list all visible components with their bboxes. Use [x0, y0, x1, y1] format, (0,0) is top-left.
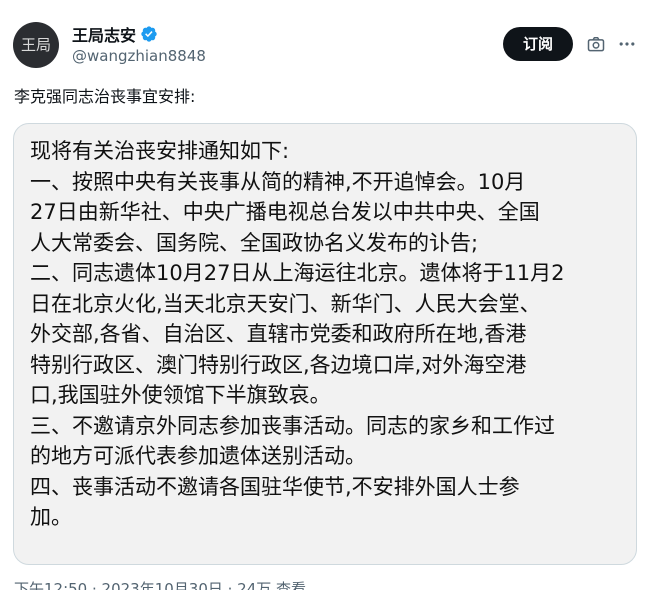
image-text-line: 三、不邀请京外同志参加丧事活动。同志的家乡和工作过: [30, 413, 555, 438]
avatar-text: 王局: [21, 36, 52, 54]
camera-icon: [587, 37, 605, 52]
author-display-name[interactable]: 王局志安: [72, 22, 136, 46]
tweet-timestamp[interactable]: 下午12:50 · 2023年10月30日 · 24万 查看: [14, 578, 306, 590]
avatar[interactable]: 王局: [13, 22, 59, 68]
image-text-line: 特别行政区、澳门特别行政区,各边境口岸,对外海空港: [30, 352, 527, 377]
tweet-image[interactable]: 现将有关治丧安排通知如下: 一、按照中央有关丧事从简的精神,不开追悼会。10月 …: [13, 123, 637, 565]
image-text-line: 的地方可派代表参加遗体送别活动。: [30, 444, 366, 468]
image-text-line: 一、按照中央有关丧事从简的精神,不开追悼会。10月: [30, 169, 526, 194]
more-options-button[interactable]: [615, 32, 639, 56]
image-text-line: 人大常委会、国务院、全国政协名义发布的讣告;: [30, 230, 479, 255]
image-text-line: 四、丧事活动不邀请各国驻华使节,不安排外国人士参: [30, 474, 520, 499]
image-text-line: 口,我国驻外使领馆下半旗致哀。: [30, 383, 331, 407]
tweet-header: 王局 王局志安 @wangzhian8848 订阅: [0, 0, 655, 86]
more-options-icon: [619, 42, 635, 46]
image-text-line: 外交部,各省、自治区、直辖市党委和政府所在地,香港: [30, 322, 527, 346]
camera-button[interactable]: [584, 32, 608, 56]
image-text-line: 27日由新华社、中央广播电视总台发以中共中央、全国: [30, 200, 540, 224]
image-text-line: 日在北京火化,当天北京天安门、新华门、人民大会堂、: [30, 291, 541, 316]
image-text-line: 现将有关治丧安排通知如下:: [30, 139, 290, 163]
verified-badge-icon: [141, 26, 157, 42]
image-text-line: 加。: [30, 505, 72, 529]
tweet-text: 李克强同志治丧事宜安排:: [14, 87, 196, 106]
author-handle[interactable]: @wangzhian8848: [72, 47, 206, 65]
image-text-line: 二、同志遗体10月27日从上海运往北京。遗体将于11月2: [30, 261, 565, 285]
author-name-row: 王局志安: [72, 23, 158, 45]
subscribe-button[interactable]: 订阅: [503, 27, 573, 61]
image-text-block: 现将有关治丧安排通知如下: 一、按照中央有关丧事从简的精神,不开追悼会。10月 …: [30, 136, 630, 533]
